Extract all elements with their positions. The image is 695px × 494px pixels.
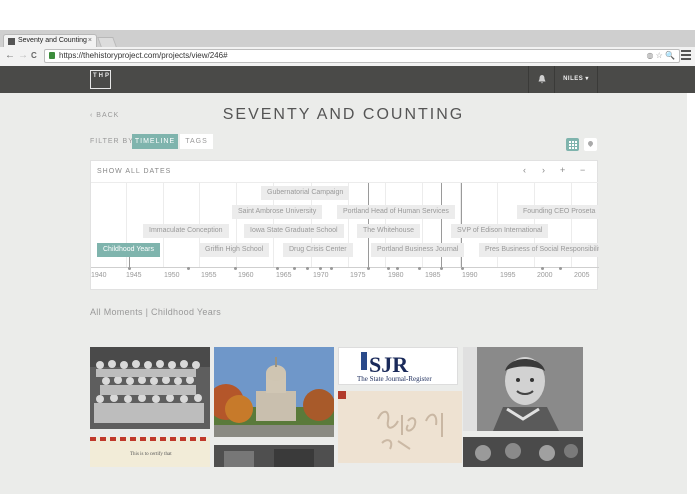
year-label: 1940 [91,272,107,279]
certificate-text: This is to certify that [130,452,172,457]
event-immaculate-conception[interactable]: Immaculate Conception [143,224,229,238]
timeline-zoom-in-button[interactable]: + [560,165,565,175]
timeline-tick [319,267,322,270]
year-label: 1955 [201,272,217,279]
timeline-tick [559,267,562,270]
filter-label: FILTER BY [90,138,134,145]
capitol-icon [361,352,367,370]
filter-tags-button[interactable]: TAGS [180,134,213,149]
main-content: ‹ BACK SEVENTY AND COUNTING FILTER BY TI… [0,93,687,494]
tab-close-icon[interactable]: × [88,35,92,47]
year-label: 1945 [126,272,142,279]
timeline-tick [234,267,237,270]
event-iowa-state-graduate-school[interactable]: Iowa State Graduate School [244,224,344,238]
address-bar-icons[interactable]: ◍ ☆ 🔍 [646,50,675,62]
event-portland-business-journal[interactable]: Portland Business Journal [371,243,465,257]
event-pres-business-social-responsibility[interactable]: Pres Business of Social Responsibility [479,243,599,257]
top-margin [0,0,695,30]
lock-icon [49,52,55,59]
year-label: 1985 [425,272,441,279]
event-gubernatorial-campaign[interactable]: Gubernatorial Campaign [261,186,350,200]
year-label: 1995 [500,272,516,279]
event-the-whitehouse[interactable]: The Whitehouse [357,224,420,238]
event-drug-crisis-center[interactable]: Drug Crisis Center [283,243,353,257]
browser-menu-icon[interactable] [681,50,691,62]
moment-certificate[interactable]: This is to certify that [90,437,210,467]
timeline-tick [367,267,370,270]
timeline-tick [187,267,190,270]
event-childhood-years[interactable]: Childhood Years [97,243,160,257]
timeline-tick [396,267,399,270]
navigation-bar: ← → C https://thehistoryproject.com/proj… [0,47,695,66]
tab-title: Seventy and Counting [18,37,87,44]
address-bar[interactable]: https://thehistoryproject.com/projects/v… [44,49,680,63]
year-label: 1980 [388,272,404,279]
event-saint-ambrose-university[interactable]: Saint Ambrose University [232,205,323,219]
sjr-subtitle: The State Journal-Register [357,375,432,383]
year-label: 1975 [350,272,366,279]
forward-arrow-icon[interactable]: → [18,49,28,63]
year-label: 2005 [574,272,590,279]
browser-tab[interactable]: Seventy and Counting × [3,34,97,48]
bell-icon[interactable] [528,66,554,93]
user-menu[interactable]: NILES ▾ [554,66,598,93]
grid-view-icon[interactable] [566,138,579,151]
event-griffin-high-school[interactable]: Griffin High School [199,243,270,257]
timeline-tick [461,267,464,270]
year-label: 2000 [537,272,553,279]
back-arrow-icon[interactable]: ← [5,49,15,63]
timeline-tick [440,267,443,270]
thp-logo[interactable]: THP [90,70,111,89]
moment-street-photo[interactable] [214,445,334,467]
page-title: SEVENTY AND COUNTING [222,106,465,123]
map-pin-icon[interactable] [584,138,597,151]
browser-chrome: Seventy and Counting × ← → C https://the… [0,30,695,66]
event-portland-head-human-services[interactable]: Portland Head of Human Services [337,205,455,219]
year-label: 1970 [313,272,329,279]
new-tab-button[interactable] [97,37,117,47]
event-svp-edison-international[interactable]: SVP of Edison International [451,224,549,238]
url-text: https://thehistoryproject.com/projects/v… [59,51,228,60]
timeline-tick [293,267,296,270]
timeline-next-button[interactable]: › [542,165,545,175]
timeline-tick [128,267,131,270]
filter-timeline-button[interactable]: TIMELINE [132,134,178,149]
reload-icon[interactable]: C [31,49,37,63]
timeline-prev-button[interactable]: ‹ [523,165,526,175]
moment-handwritten-note[interactable] [338,391,462,463]
show-all-dates-button[interactable]: SHOW ALL DATES [97,168,171,175]
timeline-tick [306,267,309,270]
event-marker-line [129,257,130,267]
timeline-tick [276,267,279,270]
moment-class-photo[interactable] [90,347,210,429]
tab-strip: Seventy and Counting × [0,30,695,48]
moment-boy-portrait[interactable] [463,347,583,431]
year-label: 1965 [276,272,292,279]
moment-capitol-building[interactable] [214,347,334,437]
event-founding-ceo-proseta[interactable]: Founding CEO Proseta [517,205,599,219]
timeline-tick [541,267,544,270]
app-header: THP NILES ▾ [0,66,695,93]
timeline-header: SHOW ALL DATES ‹ › + − [91,161,599,183]
favicon-icon [8,38,15,45]
certificate-border [90,437,210,441]
timeline-tick [387,267,390,270]
moment-sjr-logo[interactable]: SJR The State Journal-Register [338,347,458,385]
year-label: 1950 [164,272,180,279]
timeline-tick [418,267,421,270]
page-scrollbar[interactable] [687,93,695,494]
year-label: 1990 [462,272,478,279]
timeline-axis [91,267,599,268]
moments-breadcrumb[interactable]: All Moments | Childhood Years [90,307,221,317]
timeline-zoom-out-button[interactable]: − [580,165,585,175]
moment-group-photo[interactable] [463,437,583,467]
timeline-tick [330,267,333,270]
timeline-panel: SHOW ALL DATES ‹ › + − Gubernatorial Cam… [90,160,599,291]
year-label: 1960 [238,272,254,279]
timeline-body: Gubernatorial Campaign Saint Ambrose Uni… [91,183,599,291]
